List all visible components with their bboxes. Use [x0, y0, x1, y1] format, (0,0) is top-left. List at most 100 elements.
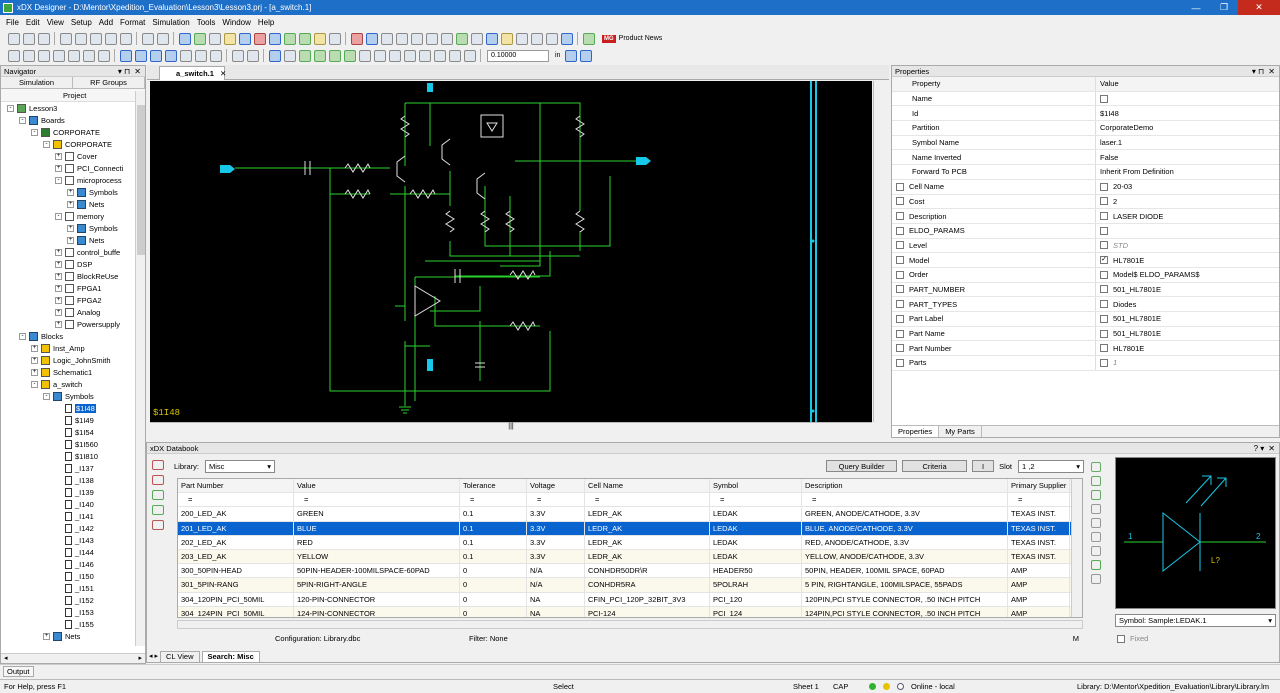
property-checkbox[interactable] [896, 344, 904, 353]
paste-icon[interactable] [1091, 518, 1101, 528]
property-value-cell[interactable]: HL7801E [1096, 341, 1279, 355]
tree-item[interactable]: _I146 [55, 558, 94, 570]
attribute-icon[interactable] [470, 32, 483, 45]
tree-item[interactable]: $1I49 [55, 414, 94, 426]
panel-pin-icon[interactable]: ▾ ⊓ [118, 67, 130, 76]
property-checkbox[interactable] [896, 241, 904, 250]
zoom-value-field[interactable]: 0.10000 [487, 49, 549, 62]
net-mode-icon[interactable] [134, 49, 147, 62]
property-value-cell[interactable]: ✓ HL7801E [1096, 253, 1279, 267]
property-row[interactable]: PART_TYPES Diodes [892, 297, 1279, 312]
property-row[interactable]: Forward To PCB Inherit From Definition [892, 165, 1279, 180]
property-row[interactable]: Name [892, 91, 1279, 107]
property-checkbox[interactable] [896, 358, 904, 367]
tool-icon[interactable] [455, 32, 468, 45]
property-value-cell[interactable]: 501_HL7801E [1096, 327, 1279, 341]
property-value-cell[interactable] [1096, 224, 1279, 238]
collapse-icon[interactable]: - [43, 392, 50, 400]
property-value-cell[interactable]: 501_HL7801E [1096, 283, 1279, 297]
value-checkbox[interactable] [1100, 314, 1108, 323]
add-label-icon[interactable] [343, 49, 356, 62]
value-checkbox[interactable] [1100, 197, 1108, 206]
table-row[interactable]: 200_LED_AK GREEN 0.1 3.3V LEDR_AK LEDAK GREEN,… [178, 507, 1082, 522]
tree-item[interactable]: - memory [55, 210, 104, 222]
tree-item[interactable]: - Blocks [19, 330, 63, 342]
navigator-project-label[interactable]: Project [1, 89, 145, 102]
compare-icon[interactable] [545, 32, 558, 45]
new-part-icon[interactable] [1091, 560, 1101, 570]
value-checkbox[interactable] [1100, 285, 1108, 294]
circle-icon[interactable] [418, 49, 431, 62]
image-icon[interactable] [463, 49, 476, 62]
print-icon[interactable] [104, 32, 117, 45]
property-row[interactable]: Part Number HL7801E [892, 341, 1279, 357]
expand-icon[interactable]: + [67, 224, 74, 232]
line-icon[interactable] [433, 49, 446, 62]
table-row[interactable]: 304_120PIN_PCI_50MIL 120-PIN-CONNECTOR 0 NA… [178, 592, 1082, 607]
tab-scroll-icon[interactable]: ◂ ▸ [149, 652, 158, 660]
expand-icon[interactable]: + [55, 308, 62, 316]
col-part-number[interactable]: Part Number [178, 479, 294, 493]
menu-format[interactable]: Format [120, 18, 145, 27]
search-tool-icon[interactable] [152, 520, 164, 530]
tree-item[interactable]: - CORPORATE [43, 138, 112, 150]
place-part-icon[interactable] [283, 49, 296, 62]
tree-item[interactable]: _I139 [55, 486, 94, 498]
property-row[interactable]: Partition CorporateDemo [892, 121, 1279, 136]
tree-item[interactable]: - CORPORATE [31, 126, 100, 138]
display-icon[interactable] [178, 32, 191, 45]
refresh-icon[interactable] [82, 49, 95, 62]
maximize-button[interactable]: ❐ [1210, 0, 1238, 15]
tab-search-misc[interactable]: Search: Misc [201, 650, 260, 662]
value-checkbox[interactable] [1100, 300, 1108, 309]
rotate-icon[interactable] [410, 32, 423, 45]
collapse-icon[interactable]: - [19, 332, 26, 340]
property-row[interactable]: Part Name 501_HL7801E [892, 326, 1279, 342]
tree-item[interactable]: _I138 [55, 474, 94, 486]
tree-item[interactable]: + Analog [55, 306, 100, 318]
tree-item[interactable]: + FPGA2 [55, 294, 102, 306]
property-value-cell[interactable]: CorporateDemo [1096, 121, 1279, 135]
add-bus-icon[interactable] [313, 49, 326, 62]
property-value-cell[interactable]: 501_HL7801E [1096, 312, 1279, 326]
canvas-vscroll[interactable] [873, 81, 887, 422]
simulate-icon[interactable] [283, 32, 296, 45]
tree-item[interactable]: - a_switch [31, 378, 82, 390]
property-row[interactable]: ELDO_PARAMS [892, 223, 1279, 239]
tree-item[interactable]: - microprocess [55, 174, 122, 186]
grid-toggle-icon[interactable] [564, 49, 577, 62]
property-row[interactable]: Description LASER DIODE [892, 209, 1279, 224]
property-row[interactable]: Cell Name 20-03 [892, 179, 1279, 195]
checkmark-icon[interactable]: ✓ [1100, 256, 1108, 265]
text-icon[interactable] [440, 32, 453, 45]
property-value-cell[interactable]: False [1096, 150, 1279, 164]
property-value-cell[interactable]: STD [1096, 239, 1279, 253]
collapse-icon[interactable]: - [55, 176, 62, 184]
zoom-fit-icon[interactable] [7, 49, 20, 62]
menu-add[interactable]: Add [99, 18, 113, 27]
expand-icon[interactable]: + [55, 152, 62, 160]
cut-icon[interactable] [59, 32, 72, 45]
tree-item[interactable]: _I140 [55, 498, 94, 510]
table-row[interactable]: 304_124PIN_PCI_50MIL 124-PIN-CONNECTOR 0 NA… [178, 606, 1082, 617]
tree-item[interactable]: - Boards [19, 114, 65, 126]
tree-item[interactable]: + Cover [55, 150, 97, 162]
save-icon[interactable] [37, 32, 50, 45]
netlist-icon[interactable] [268, 32, 281, 45]
databook-close-icon[interactable]: ✕ [1268, 444, 1275, 453]
zoom-area-icon[interactable] [52, 49, 65, 62]
property-row[interactable]: PART_NUMBER 501_HL7801E [892, 282, 1279, 298]
property-value-cell[interactable]: Inherit From Definition [1096, 165, 1279, 179]
hierarchy-icon[interactable] [485, 32, 498, 45]
package-icon[interactable] [253, 32, 266, 45]
collapse-icon[interactable]: - [19, 116, 26, 124]
pan-icon[interactable] [67, 49, 80, 62]
tree-item[interactable]: _I144 [55, 546, 94, 558]
product-news-button[interactable]: MG Product News [602, 34, 662, 43]
doc-tab-a-switch[interactable]: a_switch.1 ✕ [159, 66, 226, 80]
expand-icon[interactable]: + [55, 296, 62, 304]
web-icon[interactable] [582, 32, 595, 45]
property-checkbox[interactable] [896, 300, 904, 309]
tab-properties[interactable]: Properties [892, 426, 940, 437]
tab-rf-groups[interactable]: RF Groups [73, 77, 145, 88]
